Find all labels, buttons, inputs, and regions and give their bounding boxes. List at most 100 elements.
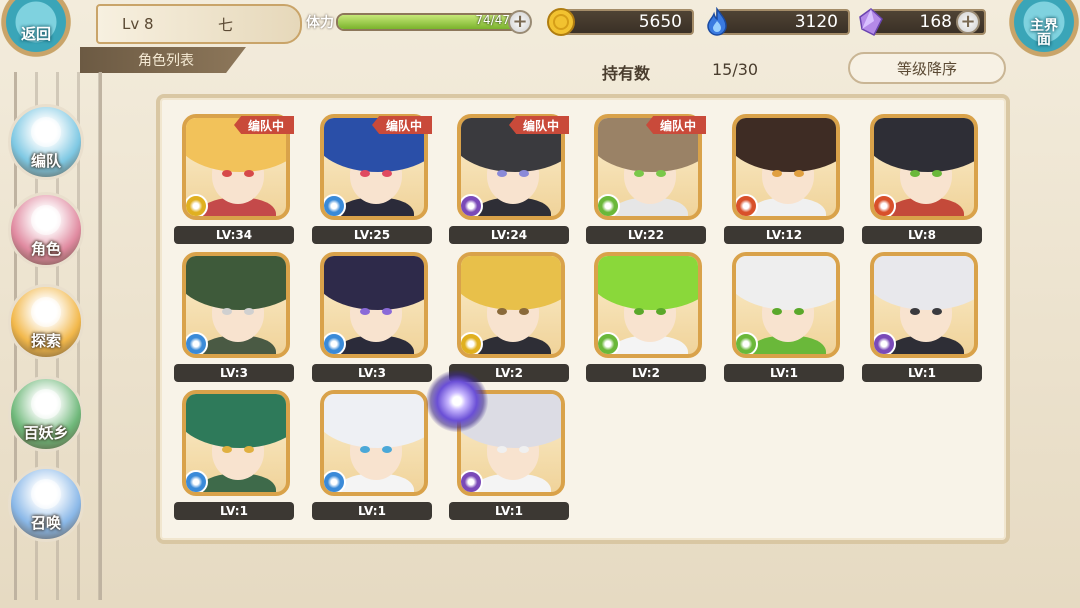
element-icon <box>186 332 208 354</box>
character-level: LV:25 <box>312 226 432 244</box>
in-team-badge: 编队中 <box>372 116 432 134</box>
nav-item-label: 角色 <box>30 240 61 258</box>
soul-value: 3120 <box>794 12 838 32</box>
village-icon <box>31 389 61 419</box>
character-card[interactable]: LV:2 <box>586 252 710 388</box>
portrait-eye <box>360 446 370 453</box>
portrait-hair <box>874 256 974 310</box>
character-card[interactable]: LV:2 <box>449 252 573 388</box>
portrait-eye <box>360 308 370 315</box>
gem-value: 168 <box>919 12 952 32</box>
character-card[interactable]: LV:3 <box>312 252 436 388</box>
portrait-eye <box>634 308 644 315</box>
element-icon <box>736 194 758 216</box>
nav-item-label: 编队 <box>30 152 61 170</box>
character-card[interactable]: 编队中 LV:24 <box>449 114 573 250</box>
nav-item-0[interactable]: 编队 <box>8 104 84 180</box>
character-portrait <box>182 390 290 496</box>
portrait-hair <box>598 256 698 310</box>
portrait-eye <box>656 170 666 177</box>
nav-item-4[interactable]: 召唤 <box>8 466 84 542</box>
character-card[interactable]: 编队中 LV:34 <box>174 114 298 250</box>
in-team-badge: 编队中 <box>509 116 569 134</box>
portrait-eye <box>497 446 507 453</box>
back-label: 返回 <box>20 24 51 43</box>
portrait-eye <box>244 446 254 453</box>
character-portrait <box>594 252 702 358</box>
portrait-eye <box>656 308 666 315</box>
character-portrait <box>320 390 428 496</box>
element-icon <box>324 194 346 216</box>
character-card[interactable]: 编队中 LV:22 <box>586 114 710 250</box>
add-gem-button[interactable]: + <box>956 10 980 34</box>
nav-item-label: 探索 <box>30 332 61 350</box>
sort-button[interactable]: 等级降序 <box>848 52 1006 84</box>
portrait-eye <box>519 446 529 453</box>
hold-count: 15/30 <box>712 60 759 79</box>
character-level: LV:12 <box>724 226 844 244</box>
character-level: LV:1 <box>449 502 569 520</box>
character-level: LV:1 <box>724 364 844 382</box>
gold-counter: 5650 <box>560 9 694 35</box>
page-title: 角色列表 <box>80 47 246 73</box>
nav-item-2[interactable]: 探索 <box>8 284 84 360</box>
stamina-bar: 74/47 <box>336 13 522 31</box>
portrait-eye <box>910 308 920 315</box>
element-icon <box>186 194 208 216</box>
portrait-hair <box>186 394 286 448</box>
character-card[interactable]: LV:12 <box>724 114 848 250</box>
portrait-hair <box>874 118 974 172</box>
portrait-eye <box>910 170 920 177</box>
element-icon <box>598 332 620 354</box>
character-card[interactable]: LV:1 <box>312 390 436 526</box>
character-card[interactable]: LV:1 <box>174 390 298 526</box>
home-label: 主界面 <box>1030 18 1058 48</box>
nav-item-label: 召唤 <box>30 514 61 532</box>
character-level: LV:3 <box>174 364 294 382</box>
character-card[interactable]: LV:1 <box>862 252 986 388</box>
element-icon <box>461 194 483 216</box>
nav-item-1[interactable]: 角色 <box>8 192 84 268</box>
soul-counter: 3120 <box>716 9 850 35</box>
portrait-hair <box>461 256 561 310</box>
portrait-eye <box>519 170 529 177</box>
add-stamina-button[interactable]: + <box>508 10 532 34</box>
element-icon <box>324 332 346 354</box>
character-level: LV:8 <box>862 226 982 244</box>
portrait-hair <box>736 256 836 310</box>
character-card[interactable]: LV:8 <box>862 114 986 250</box>
in-team-badge: 编队中 <box>234 116 294 134</box>
nav-item-label: 百妖乡 <box>23 424 69 442</box>
portrait-eye <box>794 308 804 315</box>
portrait-eye <box>222 308 232 315</box>
portrait-eye <box>382 446 392 453</box>
character-level: LV:22 <box>586 226 706 244</box>
element-icon <box>736 332 758 354</box>
character-card[interactable]: 编队中 LV:25 <box>312 114 436 250</box>
portrait-hair <box>186 256 286 310</box>
character-level: LV:1 <box>312 502 432 520</box>
character-card[interactable]: LV:1 <box>724 252 848 388</box>
character-portrait <box>732 252 840 358</box>
portrait-hair <box>324 256 424 310</box>
portrait-eye <box>244 308 254 315</box>
character-icon <box>31 205 61 235</box>
stamina-value: 74/47 <box>475 13 510 27</box>
character-level: LV:1 <box>862 364 982 382</box>
portrait-hair <box>736 118 836 172</box>
gold-coin-icon <box>547 8 575 36</box>
character-card[interactable]: LV:3 <box>174 252 298 388</box>
portrait-hair <box>324 394 424 448</box>
character-level: LV:2 <box>586 364 706 382</box>
summon-icon <box>31 479 61 509</box>
portrait-eye <box>932 308 942 315</box>
nav-item-3[interactable]: 百妖乡 <box>8 376 84 452</box>
character-portrait <box>320 252 428 358</box>
element-icon <box>461 470 483 492</box>
team-icon <box>31 117 61 147</box>
character-level: LV:1 <box>174 502 294 520</box>
portrait-eye <box>497 170 507 177</box>
element-icon <box>598 194 620 216</box>
character-level: LV:34 <box>174 226 294 244</box>
player-name: 七 <box>218 15 234 34</box>
